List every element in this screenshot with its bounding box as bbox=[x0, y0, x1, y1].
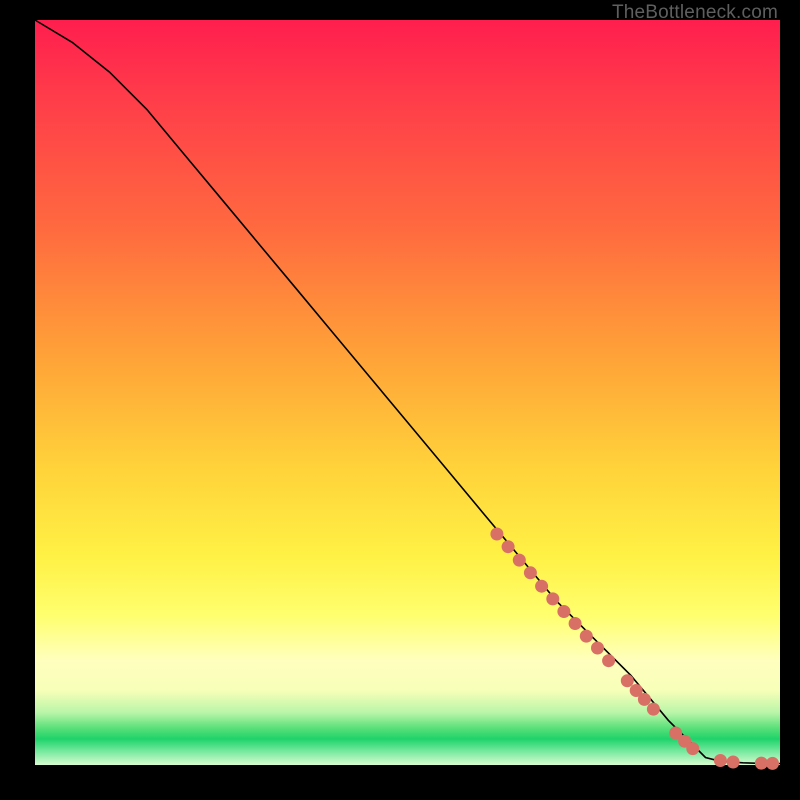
sample-dot bbox=[580, 630, 593, 643]
sample-dot bbox=[602, 654, 615, 667]
sample-dot bbox=[727, 756, 740, 769]
chart-frame: TheBottleneck.com bbox=[0, 0, 800, 800]
plot-area bbox=[35, 20, 780, 765]
sample-dot bbox=[490, 528, 503, 541]
curve-svg bbox=[35, 20, 780, 765]
sample-dot bbox=[621, 674, 634, 687]
dots-group bbox=[490, 528, 779, 770]
sample-dot bbox=[546, 592, 559, 605]
sample-dot bbox=[591, 642, 604, 655]
sample-dot bbox=[638, 693, 651, 706]
sample-dot bbox=[647, 703, 660, 716]
sample-dot bbox=[535, 580, 548, 593]
sample-dot bbox=[755, 757, 768, 770]
sample-dot bbox=[557, 605, 570, 618]
sample-dot bbox=[569, 617, 582, 630]
sample-dot bbox=[686, 742, 699, 755]
sample-dot bbox=[524, 566, 537, 579]
sample-dot bbox=[502, 540, 515, 553]
bottleneck-curve bbox=[35, 20, 780, 764]
sample-dot bbox=[766, 757, 779, 770]
sample-dot bbox=[714, 754, 727, 767]
sample-dot bbox=[513, 554, 526, 567]
